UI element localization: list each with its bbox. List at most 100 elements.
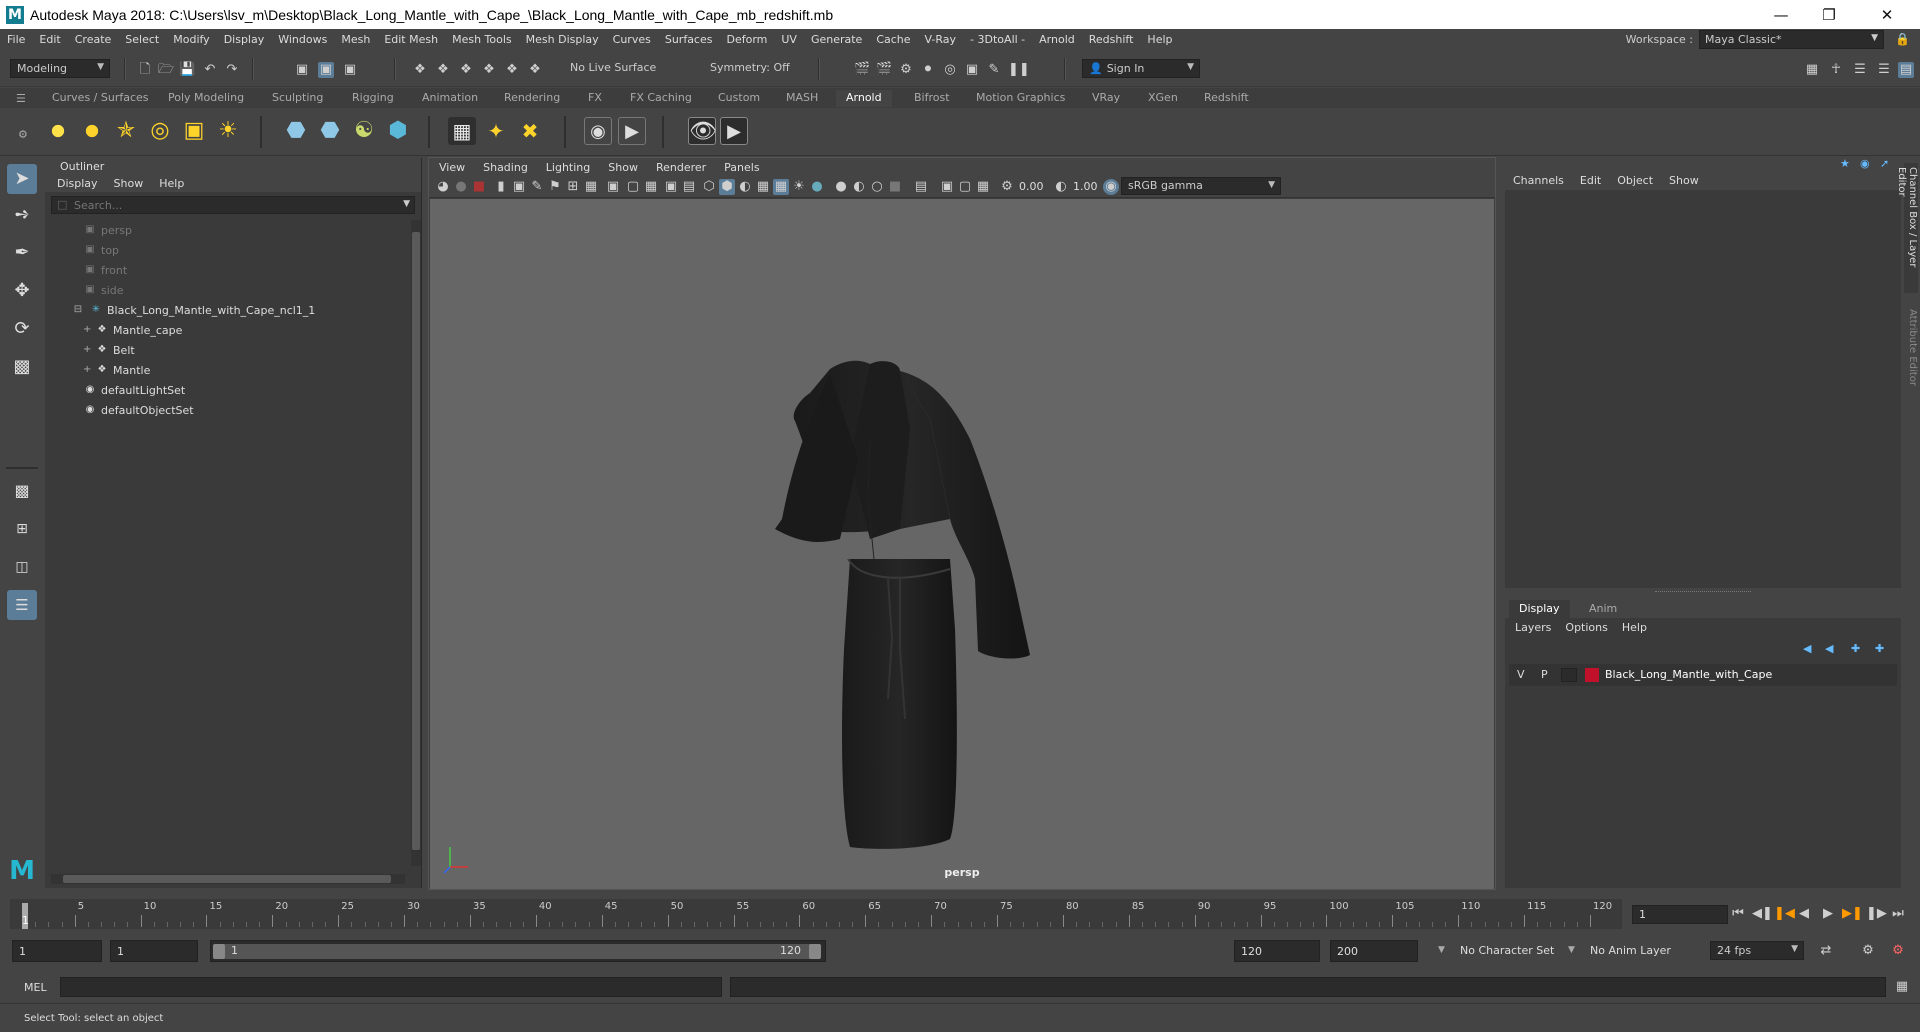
arnold-physical-sky-icon[interactable]: ☀: [214, 117, 242, 145]
select-camera-icon[interactable]: ◕: [435, 179, 451, 195]
menu-modify[interactable]: Modify: [166, 33, 216, 46]
range-end-grip[interactable]: [809, 944, 821, 959]
channel-box-sync-icon[interactable]: ◉: [1860, 157, 1870, 170]
depth-of-field-icon[interactable]: ○: [869, 179, 885, 195]
arnold-render-sequence-icon[interactable]: ▶: [720, 117, 748, 145]
viewport-menu-show[interactable]: Show: [608, 161, 638, 174]
viewport-menu-shading[interactable]: Shading: [483, 161, 528, 174]
play-forwards-icon[interactable]: ▶: [1820, 906, 1836, 922]
snap-grid-icon[interactable]: ❖: [412, 62, 428, 78]
workspace-dropdown[interactable]: Maya Classic* ▼: [1699, 30, 1884, 49]
arnold-flush-cache-icon[interactable]: ✖: [516, 117, 544, 145]
channel-box-pin-icon[interactable]: ★: [1840, 157, 1850, 170]
fps-dropdown[interactable]: 24 fps ▼: [1710, 941, 1804, 960]
shelf-tab-animation[interactable]: Animation: [412, 90, 488, 107]
scrollbar-thumb[interactable]: [412, 232, 420, 850]
image-plane-icon[interactable]: ▮: [493, 179, 509, 195]
channel-box-toggle-icon[interactable]: ▤: [1898, 62, 1914, 78]
outliner-layout-icon[interactable]: ☰: [7, 590, 37, 620]
channel-menu-edit[interactable]: Edit: [1580, 174, 1601, 187]
play-backwards-icon[interactable]: ◀: [1796, 906, 1812, 922]
render-view-icon[interactable]: ◎: [942, 62, 958, 78]
menu-edit[interactable]: Edit: [32, 33, 67, 46]
shelf-menu-icon[interactable]: ☰: [16, 92, 26, 105]
undo-icon[interactable]: ↶: [202, 62, 218, 78]
exposure-value[interactable]: 0.00: [1019, 180, 1044, 193]
layer-name[interactable]: Black_Long_Mantle_with_Cape: [1605, 668, 1772, 681]
select-component-icon[interactable]: ▣: [342, 62, 358, 78]
open-scene-icon[interactable]: 🗁: [158, 62, 174, 78]
select-tool-icon[interactable]: ➤: [7, 164, 37, 194]
viewport-menu-panels[interactable]: Panels: [724, 161, 759, 174]
shelf-tab-bifrost[interactable]: Bifrost: [904, 90, 960, 107]
sign-in-button[interactable]: 👤 Sign In ▼: [1082, 59, 1200, 78]
script-editor-icon[interactable]: ▦: [1894, 979, 1910, 995]
playback-end-field[interactable]: 120: [1234, 940, 1320, 962]
grease-pencil-icon[interactable]: ✎: [529, 179, 545, 195]
shelf-settings-gear-icon[interactable]: ⚙: [18, 128, 28, 141]
channel-menu-channels[interactable]: Channels: [1513, 174, 1564, 187]
lock-icon[interactable]: 🔒: [1895, 32, 1910, 46]
gamma-value[interactable]: 1.00: [1073, 180, 1098, 193]
step-forward-frame-icon[interactable]: ❚▶: [1866, 906, 1887, 922]
wireframe-icon[interactable]: ⬡: [701, 179, 717, 195]
layer-menu-options[interactable]: Options: [1565, 621, 1607, 634]
shelf-tab-fx-caching[interactable]: FX Caching: [620, 90, 702, 107]
layer-menu-help[interactable]: Help: [1622, 621, 1647, 634]
pause-icon[interactable]: ❚❚: [1008, 62, 1030, 78]
shelf-tab-motion-graphics[interactable]: Motion Graphics: [966, 90, 1075, 107]
symmetry-dropdown[interactable]: Symmetry: Off: [704, 59, 804, 78]
gate-mask-icon[interactable]: ▢: [625, 179, 641, 195]
single-perspective-layout-icon[interactable]: ▩: [7, 476, 37, 506]
menu-cache[interactable]: Cache: [869, 33, 917, 46]
redo-icon[interactable]: ↷: [224, 62, 240, 78]
arnold-ipr-icon[interactable]: ▶: [618, 117, 646, 145]
shelf-tab-rendering[interactable]: Rendering: [494, 90, 570, 107]
shelf-tab-fx[interactable]: FX: [578, 90, 612, 107]
safe-action-icon[interactable]: ▣: [663, 179, 679, 195]
arnold-light-manager-icon[interactable]: ✦: [482, 117, 510, 145]
auto-key-icon[interactable]: ⚙: [1860, 943, 1876, 959]
layer-playback-toggle[interactable]: P: [1541, 668, 1548, 681]
time-slider-track[interactable]: 1 5 10 15 20 25 30 35 40 45 50 55 60 65 70 75 80 85 90 95 1…: [10, 899, 1622, 929]
outliner-search-input[interactable]: [74, 198, 374, 212]
menu-surfaces[interactable]: Surfaces: [658, 33, 720, 46]
outliner-item-front[interactable]: ▣ front: [83, 260, 443, 280]
lasso-tool-icon[interactable]: ➺: [7, 200, 37, 230]
channel-menu-show[interactable]: Show: [1669, 174, 1699, 187]
animation-preferences-icon[interactable]: ⚙: [1890, 943, 1906, 959]
outliner-vertical-scrollbar[interactable]: [411, 220, 421, 866]
arnold-spot-light-icon[interactable]: ✯: [112, 117, 140, 145]
loop-playback-icon[interactable]: ⇄: [1818, 943, 1834, 959]
collapse-icon[interactable]: ⊟: [71, 304, 85, 316]
four-view-layout-icon[interactable]: ⊞: [7, 514, 37, 544]
gamma-icon[interactable]: ◐: [1053, 179, 1069, 195]
character-set-chevron-icon[interactable]: ▼: [1438, 945, 1445, 955]
arnold-skydome-light-icon[interactable]: ◎: [146, 117, 174, 145]
scale-tool-icon[interactable]: ▩: [7, 352, 37, 382]
textured-icon[interactable]: ▦: [755, 179, 771, 195]
channel-box-side-tab[interactable]: Channel Box / Layer Editor: [1896, 163, 1918, 293]
menu-display[interactable]: Display: [217, 33, 272, 46]
wireframe-on-shaded-icon[interactable]: ◐: [737, 179, 753, 195]
character-set-dropdown[interactable]: No Character Set: [1460, 944, 1554, 957]
multisample-aa-icon[interactable]: ◐: [851, 179, 867, 195]
viewport-canvas[interactable]: persp: [430, 199, 1494, 889]
layer-color-swatch[interactable]: [1585, 668, 1599, 682]
channel-box-expand-icon[interactable]: ➚: [1880, 157, 1889, 170]
arnold-area-light-icon[interactable]: [44, 117, 72, 145]
xray-joints-icon[interactable]: ▢: [957, 179, 973, 195]
outliner-item-mantle[interactable]: + ❖ Mantle: [83, 360, 443, 380]
render-current-frame-icon[interactable]: 🎬: [854, 62, 870, 78]
outliner-item-mantle-cape[interactable]: + ❖ Mantle_cape: [83, 320, 443, 340]
field-chart-icon[interactable]: ▦: [643, 179, 659, 195]
layer-tab-display[interactable]: Display: [1509, 600, 1570, 618]
xray-active-icon[interactable]: ▣: [939, 179, 955, 195]
safe-title-icon[interactable]: ▤: [681, 179, 697, 195]
shelf-tab-sculpting[interactable]: Sculpting: [262, 90, 333, 107]
layer-menu-layers[interactable]: Layers: [1515, 621, 1551, 634]
channel-menu-object[interactable]: Object: [1617, 174, 1653, 187]
use-all-lights-icon[interactable]: ▦: [773, 179, 789, 195]
layer-tab-anim[interactable]: Anim: [1579, 600, 1627, 618]
modeling-toolkit-icon[interactable]: ▦: [1804, 62, 1820, 78]
